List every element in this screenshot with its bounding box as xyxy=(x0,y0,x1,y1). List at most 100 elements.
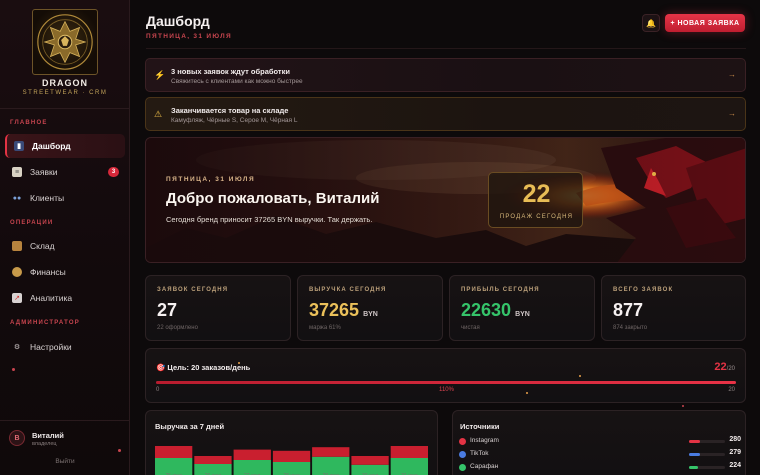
stat-number: 37265 xyxy=(309,300,360,320)
sidebar-item-label: Финансы xyxy=(30,267,66,277)
revenue-bar-upper xyxy=(312,447,350,457)
source-bar xyxy=(689,466,725,469)
sidebar-item-warehouse[interactable]: Склад xyxy=(5,234,125,258)
alert-subtitle: Свяжитесь с клиентами как можно быстрее xyxy=(171,78,303,85)
alert-title: Заканчивается товар на складе xyxy=(171,106,289,115)
source-row-tiktok: TikTok 279 xyxy=(459,449,741,461)
stat-label: ПРИБЫЛЬ СЕГОДНЯ xyxy=(461,287,540,293)
word-of-mouth-icon xyxy=(459,464,466,471)
revenue-bar-upper xyxy=(272,450,311,462)
chart-icon: ▮ xyxy=(14,141,24,151)
goal-max-label: 20 xyxy=(728,387,735,393)
source-bar-fill xyxy=(689,466,698,469)
sidebar-item-label: Настройки xyxy=(30,342,72,352)
alert-new-orders[interactable]: ⚡ 3 новых заявок ждут обработки Свяжитес… xyxy=(145,58,746,92)
banner-title: Добро пожаловать, Виталий xyxy=(166,190,380,207)
section-label-operations: ОПЕРАЦИИ xyxy=(10,220,54,226)
ember-spark xyxy=(579,375,581,377)
revenue-bar-upper xyxy=(390,446,428,458)
stat-card-profit-today: ПРИБЫЛЬ СЕГОДНЯ 22630 BYN чистая xyxy=(449,275,595,341)
goal-progress-count: 22/20 xyxy=(714,361,735,373)
instagram-icon xyxy=(459,438,466,445)
warning-icon: ⚠ xyxy=(154,109,163,119)
logout-button[interactable]: Выйти xyxy=(0,458,130,465)
sales-today-label: ПРОДАЖ СЕГОДНЯ xyxy=(499,214,574,220)
brand-name: DRAGON xyxy=(42,78,88,88)
alert-subtitle: Камуфляж, Чёрные S, Серое M, Чёрная L xyxy=(171,117,298,124)
goal-progress-fill xyxy=(156,381,736,384)
sidebar-item-orders[interactable]: ≡ Заявки 3 xyxy=(5,160,125,184)
sidebar-item-analytics[interactable]: ↗ Аналитика xyxy=(5,286,125,310)
stat-label: ВСЕГО ЗАЯВОК xyxy=(613,287,674,293)
dragon-logo xyxy=(32,9,98,75)
sidebar-item-label: Заявки xyxy=(30,167,58,177)
source-name: TikTok xyxy=(470,450,489,457)
source-value: 224 xyxy=(729,462,741,469)
stat-card-orders-today: ЗАЯВОК СЕГОДНЯ 27 22 оформлено xyxy=(145,275,291,341)
stat-label: ВЫРУЧКА СЕГОДНЯ xyxy=(309,287,387,293)
goal-title: 🎯 Цель: 20 заказов/день xyxy=(156,363,251,372)
section-label-main: ГЛАВНОЕ xyxy=(10,120,48,126)
banner-date: ПЯТНИЦА, 31 ИЮЛЯ xyxy=(166,176,256,183)
sidebar-item-finance[interactable]: Финансы xyxy=(5,260,125,284)
section-label-admin: АДМИНИСТРАТОР xyxy=(10,320,80,326)
users-icon: ●● xyxy=(12,194,22,202)
divider xyxy=(146,48,746,49)
sidebar-item-clients[interactable]: ●● Клиенты xyxy=(5,186,125,210)
goal-target: /20 xyxy=(726,366,735,372)
welcome-banner: ПЯТНИЦА, 31 ИЮЛЯ Добро пожаловать, Витал… xyxy=(145,137,746,263)
revenue-bar-upper xyxy=(194,456,232,464)
arrow-right-icon: → xyxy=(728,70,736,79)
stat-value: 877 xyxy=(613,300,643,321)
sidebar-item-settings[interactable]: ⚙ Настройки xyxy=(5,335,125,359)
divider xyxy=(0,420,130,421)
source-bar xyxy=(689,440,725,443)
sources-card: Источники Instagram 280 TikTok 279 Сараф… xyxy=(452,410,746,475)
sidebar-item-label: Дашборд xyxy=(32,141,71,151)
stat-subtext: 22 оформлено xyxy=(157,325,198,331)
stat-unit: BYN xyxy=(515,311,530,318)
source-bar-fill xyxy=(689,440,700,443)
lightning-icon: ⚡ xyxy=(154,70,166,80)
ember-spark xyxy=(682,405,684,407)
goal-current: 22 xyxy=(714,361,727,373)
alert-title: 3 новых заявок ждут обработки xyxy=(171,67,290,76)
page-title: Дашборд xyxy=(146,13,210,29)
stat-number: 877 xyxy=(613,300,644,320)
daily-goal-card: 🎯 Цель: 20 заказов/день 22/20 0 110% 20 xyxy=(145,348,746,403)
divider xyxy=(0,108,130,109)
stat-value: 27 xyxy=(157,300,177,321)
source-value: 279 xyxy=(729,449,741,456)
sales-today-value: 22 xyxy=(522,180,551,208)
new-order-button[interactable]: + НОВАЯ ЗАЯВКА xyxy=(665,14,745,32)
clipboard-icon: ≡ xyxy=(12,167,22,177)
source-row-instagram: Instagram 280 xyxy=(459,436,741,448)
sources-title: Источники xyxy=(460,422,500,431)
alert-low-stock[interactable]: ⚠ Заканчивается товар на складе Камуфляж… xyxy=(145,97,746,131)
orders-count-badge: 3 xyxy=(108,167,119,177)
arrow-right-icon: → xyxy=(728,109,736,118)
user-name: Виталий xyxy=(32,431,64,440)
analytics-icon: ↗ xyxy=(12,293,22,303)
user-role: владелец xyxy=(32,441,57,447)
revenue-bar-upper xyxy=(351,456,389,465)
sidebar-item-dashboard[interactable]: ▮ Дашборд xyxy=(5,134,125,158)
goal-progress-bar xyxy=(156,381,736,384)
notifications-button[interactable]: 🔔 xyxy=(642,14,660,32)
avatar[interactable]: В xyxy=(9,430,25,446)
sidebar-item-label: Аналитика xyxy=(30,293,73,303)
stat-subtext: 874 закрыто xyxy=(613,325,648,331)
stat-subtext: чистая xyxy=(461,325,480,331)
goal-percent: 110% xyxy=(439,387,454,393)
ember-spark xyxy=(118,449,121,452)
sidebar-item-label: Склад xyxy=(30,241,55,251)
source-row-word-of-mouth: Сарафан 224 xyxy=(459,462,741,474)
stat-number: 22630 xyxy=(461,300,512,320)
money-bag-icon xyxy=(12,267,22,277)
banner-subtitle: Сегодня бренд приносит 37265 BYN выручки… xyxy=(166,215,373,224)
ember-spark xyxy=(526,392,528,394)
source-bar xyxy=(689,453,725,456)
stat-label: ЗАЯВОК СЕГОДНЯ xyxy=(157,287,229,293)
stat-number: 27 xyxy=(157,300,178,320)
source-name: Сарафан xyxy=(470,463,499,470)
